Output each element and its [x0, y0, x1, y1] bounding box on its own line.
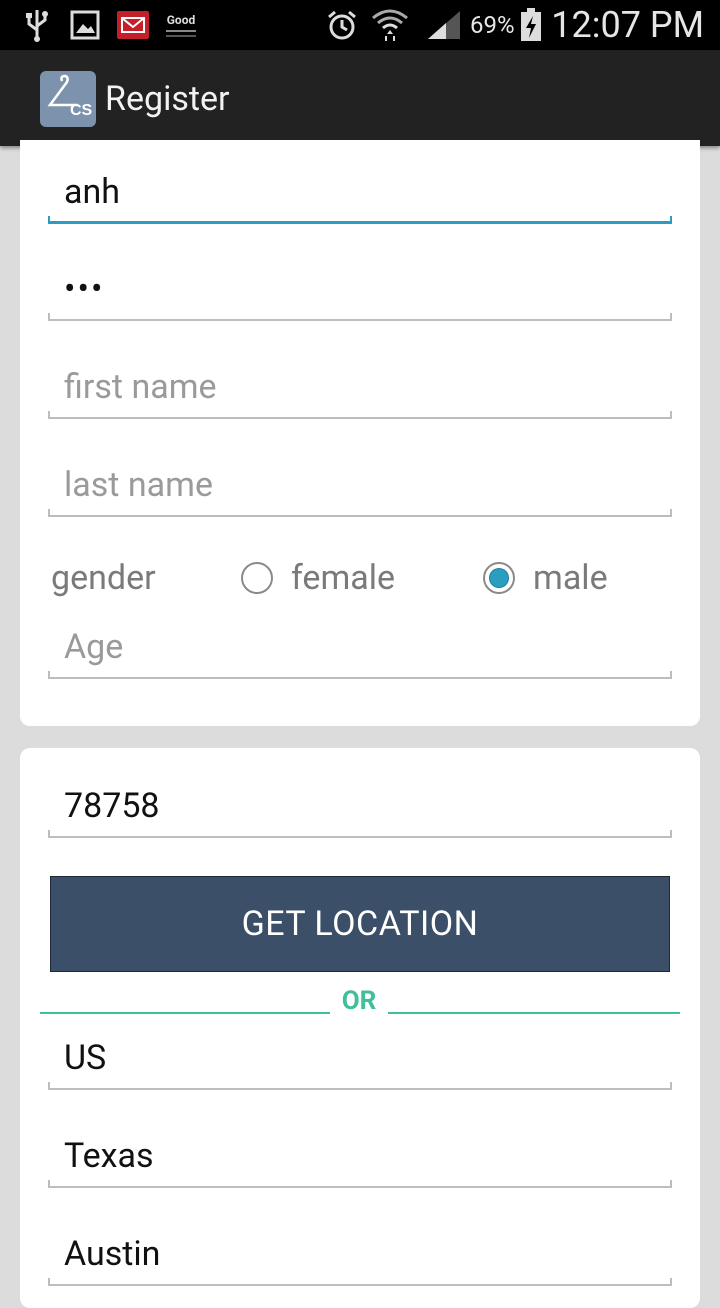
app-logo-icon[interactable]: CS [40, 71, 96, 127]
state-value: Texas [64, 1136, 154, 1176]
get-location-button[interactable]: GET LOCATION [50, 876, 670, 972]
last-name-field[interactable]: last name [48, 457, 672, 517]
username-value: anh [64, 172, 120, 212]
male-radio[interactable] [483, 562, 515, 594]
good-app-label: Good [166, 13, 196, 27]
country-underline [48, 1082, 672, 1090]
username-underline [48, 216, 672, 224]
password-underline [48, 313, 672, 321]
city-underline [48, 1278, 672, 1286]
or-divider-right [388, 1012, 680, 1014]
zip-underline [48, 830, 672, 838]
state-underline [48, 1180, 672, 1188]
signal-icon [424, 0, 464, 50]
country-field[interactable]: US [48, 1030, 672, 1090]
female-label: female [291, 558, 396, 598]
gender-option-female[interactable]: female [241, 556, 395, 600]
male-label: male [533, 558, 608, 598]
clock: 12:07 PM [551, 4, 704, 46]
battery-charging-icon [518, 0, 544, 50]
good-app-icon: Good [163, 0, 199, 50]
last-name-placeholder: last name [64, 465, 213, 505]
state-field[interactable]: Texas [48, 1128, 672, 1188]
last-name-underline [48, 509, 672, 517]
city-field[interactable]: Austin [48, 1226, 672, 1286]
password-field[interactable]: ••• [48, 261, 672, 321]
wifi-icon [370, 0, 410, 50]
zip-field[interactable]: 78758 [48, 778, 672, 838]
usb-icon [22, 0, 52, 50]
first-name-underline [48, 411, 672, 419]
or-divider-left [40, 1012, 330, 1014]
age-placeholder: Age [64, 627, 124, 667]
city-value: Austin [64, 1234, 161, 1274]
or-label: OR [341, 986, 377, 1016]
username-field[interactable]: anh [48, 164, 672, 224]
female-radio[interactable] [241, 562, 273, 594]
gender-label: gender [51, 558, 156, 598]
battery-percent: 69% [470, 11, 515, 39]
first-name-field[interactable]: first name [48, 359, 672, 419]
app-logo-text: CS [70, 102, 93, 119]
image-icon [68, 0, 102, 50]
age-field[interactable]: Age [48, 619, 672, 679]
zip-value: 78758 [64, 786, 160, 826]
password-value: ••• [64, 269, 105, 309]
mail-icon [117, 0, 149, 50]
page-title: Register [105, 79, 230, 119]
alarm-icon [326, 0, 358, 50]
age-underline [48, 671, 672, 679]
status-bar: Good 69% 12:07 PM [0, 0, 720, 50]
first-name-placeholder: first name [64, 367, 217, 407]
country-value: US [64, 1038, 107, 1078]
gender-option-male[interactable]: male [483, 556, 608, 600]
action-bar: CS Register [0, 50, 720, 146]
